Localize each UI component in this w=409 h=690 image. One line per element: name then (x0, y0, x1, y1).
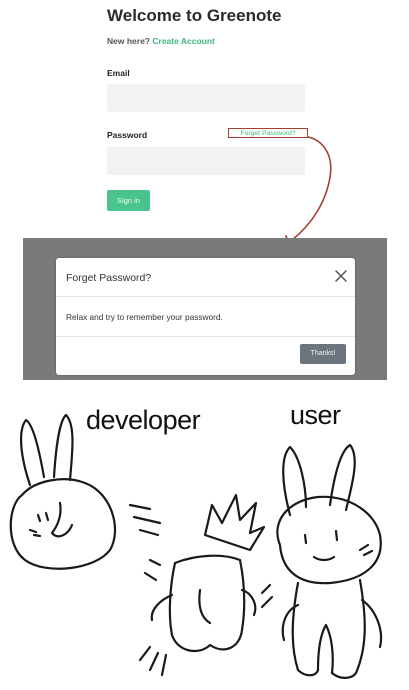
thanks-button[interactable]: Thanks! (300, 344, 346, 364)
email-field[interactable] (107, 84, 305, 112)
dialog-footer-divider (56, 336, 355, 337)
forgot-password-dialog: Forget Password? Relax and try to rememb… (56, 258, 355, 375)
signup-prompt: New here? Create Account (107, 36, 215, 46)
page-title: Welcome to Greenote (107, 6, 282, 25)
developer-bunny-head (9, 413, 117, 570)
dialog-title: Forget Password? (66, 272, 152, 284)
close-icon[interactable] (333, 268, 349, 284)
dialog-message: Relax and try to remember your password. (66, 312, 223, 322)
user-bunny (260, 443, 383, 679)
meme-illustration (9, 413, 383, 679)
sign-in-button[interactable]: Sign in (107, 190, 150, 211)
new-here-text: New here? (107, 36, 150, 46)
email-label: Email (107, 68, 130, 78)
create-account-link[interactable]: Create Account (152, 36, 215, 46)
dialog-header-divider (56, 296, 355, 297)
password-label: Password (107, 130, 148, 140)
